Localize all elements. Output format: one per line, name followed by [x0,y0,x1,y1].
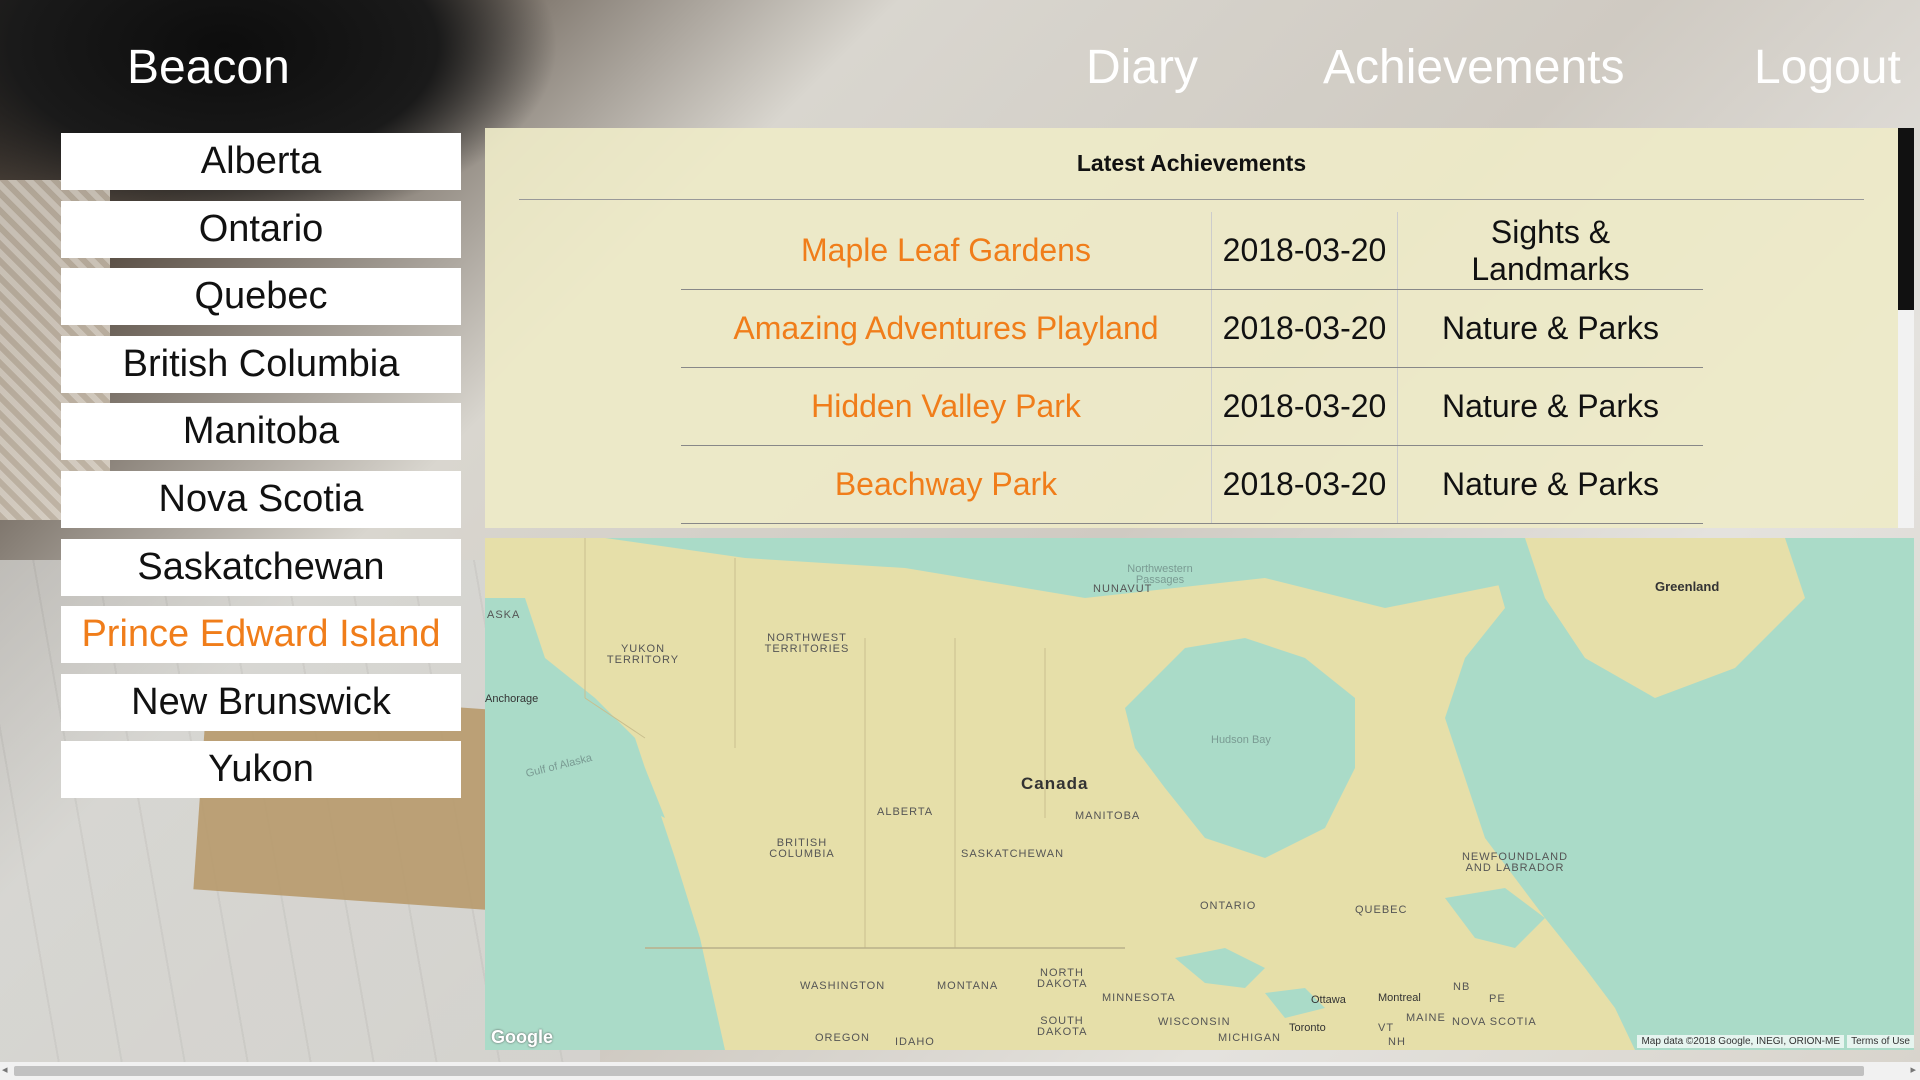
province-item-new-brunswick[interactable]: New Brunswick [61,673,461,731]
map-label-montana: MONTANA [937,980,999,992]
map-label-michigan: MICHIGAN [1218,1032,1281,1044]
page-horizontal-scrollbar[interactable]: ◂ ▸ [0,1062,1920,1080]
google-logo[interactable]: Google [491,1027,553,1048]
scroll-left-arrow-icon[interactable]: ◂ [2,1063,8,1076]
achievement-category: Nature & Parks [1397,367,1703,446]
map-label-alberta: ALBERTA [877,806,934,818]
nav-logout[interactable]: Logout [1754,40,1901,95]
achievement-category: Sights & Landmarks [1397,212,1703,290]
map-label-wisconsin: WISCONSIN [1158,1016,1231,1028]
map-label-south-dakota: SOUTH DAKOTA [1037,1015,1088,1038]
achievements-panel: Latest Achievements Maple Leaf Gardens 2… [485,128,1914,528]
map-label-quebec: QUEBEC [1355,904,1408,916]
map-label-vt: VT [1378,1022,1395,1034]
table-row: Beachway Park 2018-03-20 Nature & Parks [681,445,1703,524]
map-label-saskatchewan: SASKATCHEWAN [961,848,1065,860]
map-attribution: Map data ©2018 Google, INEGI, ORION-ME [1637,1035,1844,1048]
map-label-nh: NH [1388,1036,1406,1048]
nav-achievements[interactable]: Achievements [1323,40,1624,95]
achievement-name[interactable]: Hidden Valley Park [681,367,1212,446]
map-label-oregon: OREGON [815,1032,870,1044]
province-item-yukon[interactable]: Yukon [61,741,461,799]
table-row: Amazing Adventures Playland 2018-03-20 N… [681,289,1703,368]
map-label-nw-passages: Northwestern Passages [1127,563,1193,586]
achievements-table: Maple Leaf Gardens 2018-03-20 Sights & L… [681,212,1703,524]
map-canvas[interactable]: NUNAVUT Northwestern Passages Greenland … [485,538,1914,1050]
map-label-anchorage: Anchorage [485,693,539,705]
achievements-scrollbar-thumb[interactable] [1898,128,1914,310]
map-label-idaho: IDAHO [895,1036,935,1048]
map-label-north-dakota: NORTH DAKOTA [1037,967,1088,990]
province-item-ontario[interactable]: Ontario [61,200,461,258]
achievement-name[interactable]: Beachway Park [681,445,1212,524]
map-label-pe: PE [1489,993,1506,1005]
achievements-title: Latest Achievements [1076,150,1307,176]
achievement-date: 2018-03-20 [1211,212,1398,290]
scrollbar-thumb[interactable] [14,1066,1864,1076]
map-label-nb: NB [1453,981,1471,993]
map-label-canada: Canada [1021,774,1089,793]
achievements-divider [519,199,1864,200]
province-list: Alberta Ontario Quebec British Columbia … [61,133,461,809]
province-item-saskatchewan[interactable]: Saskatchewan [61,538,461,596]
achievement-date: 2018-03-20 [1211,445,1398,524]
map-label-maine: MAINE [1406,1012,1446,1024]
map-label-newfoundland: NEWFOUNDLAND AND LABRADOR [1461,851,1569,874]
table-row: Hidden Valley Park 2018-03-20 Nature & P… [681,367,1703,446]
map-label-yukon: YUKON TERRITORY [606,643,680,666]
achievement-category: Nature & Parks [1397,289,1703,368]
province-item-prince-edward-island[interactable]: Prince Edward Island [61,606,461,664]
map-water-shapes [485,538,1914,1050]
map-label-british-columbia: BRITISH COLUMBIA [769,837,835,860]
map-label-montreal: Montreal [1378,992,1421,1004]
nav-diary[interactable]: Diary [1086,40,1198,95]
map-label-greenland: Greenland [1655,579,1720,594]
map-label-minnesota: MINNESOTA [1102,992,1176,1004]
province-item-quebec[interactable]: Quebec [61,268,461,326]
achievement-date: 2018-03-20 [1211,289,1398,368]
achievement-category: Nature & Parks [1397,445,1703,524]
map-label-washington: WASHINGTON [800,980,886,992]
map-label-manitoba: MANITOBA [1075,810,1141,822]
province-item-nova-scotia[interactable]: Nova Scotia [61,470,461,528]
table-row: Maple Leaf Gardens 2018-03-20 Sights & L… [681,212,1703,290]
province-item-british-columbia[interactable]: British Columbia [61,335,461,393]
map-label-nova-scotia: NOVA SCOTIA [1452,1016,1537,1028]
map-label-ottawa: Ottawa [1311,994,1346,1006]
map-label-toronto: Toronto [1289,1022,1326,1034]
map-label-nwt: NORTHWEST TERRITORIES [764,632,850,655]
map-label-alaska: ASKA [487,609,521,621]
achievement-name[interactable]: Maple Leaf Gardens [681,212,1212,290]
map-label-hudson-bay: Hudson Bay [1211,734,1271,746]
achievement-name[interactable]: Amazing Adventures Playland [681,289,1212,368]
province-item-alberta[interactable]: Alberta [61,133,461,190]
scroll-right-arrow-icon[interactable]: ▸ [1910,1063,1916,1076]
top-nav-bar: Beacon Diary Achievements Logout [0,0,1920,130]
map-label-ontario: ONTARIO [1200,900,1257,912]
province-item-manitoba[interactable]: Manitoba [61,403,461,461]
achievements-scrollbar-track[interactable] [1898,310,1914,528]
brand-logo[interactable]: Beacon [127,40,290,95]
map-terms-link[interactable]: Terms of Use [1847,1035,1914,1048]
achievement-date: 2018-03-20 [1211,367,1398,446]
